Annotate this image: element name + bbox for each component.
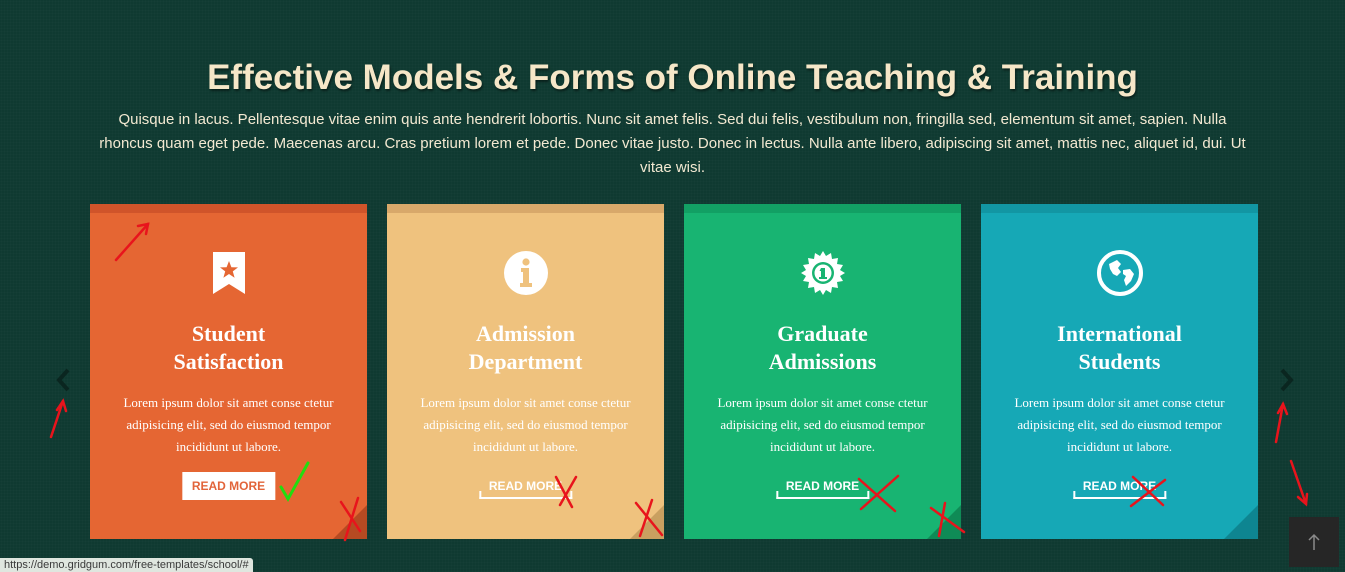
card-description: Lorem ipsum dolor sit amet conse ctetur …	[1014, 395, 1225, 454]
card-title: Graduate Admissions	[684, 320, 961, 376]
arrow-up-icon	[1308, 533, 1320, 550]
card-top-bar	[90, 204, 367, 213]
chevron-left-icon	[56, 368, 70, 392]
card-top-bar	[387, 204, 664, 213]
carousel-prev-button[interactable]	[54, 368, 74, 392]
info-icon	[387, 250, 664, 296]
card-title-line-1: Graduate	[777, 321, 868, 346]
card-top-bar	[684, 204, 961, 213]
card-admission-department: Admission Department Lorem ipsum dolor s…	[387, 204, 664, 539]
card-title-line-1: International	[1057, 321, 1182, 346]
section-heading: Effective Models & Forms of Online Teach…	[207, 58, 1138, 98]
carousel-next-button[interactable]	[1276, 368, 1296, 392]
card-title: International Students	[981, 320, 1258, 376]
globe-icon	[981, 250, 1258, 296]
card-title-line-1: Student	[191, 321, 266, 346]
browser-status-url: https://demo.gridgum.com/free-templates/…	[0, 558, 253, 572]
chevron-right-icon	[1280, 368, 1294, 392]
card-international-students: International Students Lorem ipsum dolor…	[981, 204, 1258, 539]
card-student-satisfaction: Student Satisfaction Lorem ipsum dolor s…	[90, 204, 367, 539]
card-description: Lorem ipsum dolor sit amet conse ctetur …	[717, 395, 928, 454]
card-description: Lorem ipsum dolor sit amet conse ctetur …	[420, 395, 631, 454]
read-more-button[interactable]: READ MORE	[1072, 472, 1167, 499]
award-badge-icon	[684, 250, 961, 296]
page-fold-corner	[630, 505, 664, 539]
card-title-line-2: Students	[1078, 349, 1161, 374]
page-fold-corner	[1224, 505, 1258, 539]
card-title-line-2: Admissions	[768, 349, 877, 374]
page-fold-corner	[333, 505, 367, 539]
card-description: Lorem ipsum dolor sit amet conse ctetur …	[123, 395, 334, 454]
page-fold-corner	[927, 505, 961, 539]
read-more-button[interactable]: READ MORE	[775, 472, 870, 499]
card-title-line-2: Department	[468, 349, 583, 374]
card-title-line-1: Admission	[475, 321, 576, 346]
section-intro: Quisque in lacus. Pellentesque vitae eni…	[99, 111, 1246, 176]
card-title-line-2: Satisfaction	[173, 349, 284, 374]
read-more-button[interactable]: READ MORE	[181, 472, 276, 500]
card-top-bar	[981, 204, 1258, 213]
card-graduate-admissions: Graduate Admissions Lorem ipsum dolor si…	[684, 204, 961, 539]
card-title: Admission Department	[387, 320, 664, 376]
bookmark-star-icon	[90, 250, 367, 296]
back-to-top-button[interactable]	[1289, 517, 1339, 567]
card-title: Student Satisfaction	[90, 320, 367, 376]
read-more-button[interactable]: READ MORE	[478, 472, 573, 499]
